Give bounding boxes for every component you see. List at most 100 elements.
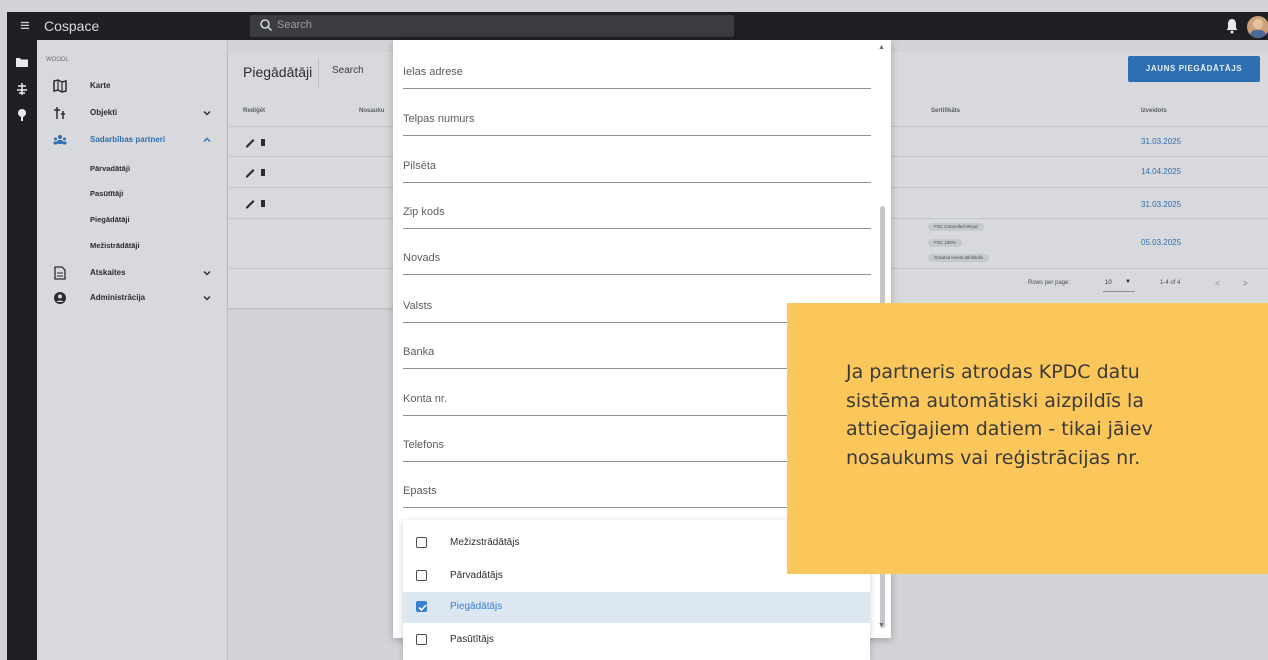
field-label: Pilsēta <box>403 160 437 172</box>
info-callout: Ja partneris atrodas KPDC datu sistēma a… <box>787 303 1268 574</box>
select-underline <box>1103 291 1135 292</box>
caret-down-icon[interactable]: ▼ <box>1125 279 1131 285</box>
delete-icon <box>261 169 265 176</box>
chevron-up-icon <box>203 137 211 142</box>
table-search-label: Search <box>332 65 364 76</box>
callout-line: nosaukums vai reģistrācijas nr. <box>846 446 1141 469</box>
option-label: Mežizstrādātājs <box>450 537 520 548</box>
city-field[interactable]: Pilsēta <box>403 156 871 183</box>
column-header-name[interactable]: Nosauku <box>359 108 384 114</box>
table-row-actions[interactable] <box>245 136 273 148</box>
next-page-button[interactable]: > <box>1243 279 1248 288</box>
chevron-down-icon <box>203 271 211 276</box>
checkbox[interactable] <box>416 537 427 548</box>
table-search-input[interactable]: Search <box>318 58 399 88</box>
field-label: Ielas adrese <box>403 66 463 78</box>
field-label: Banka <box>403 346 435 358</box>
certificate-chip: Graanul Invest atbilstošs <box>928 254 990 262</box>
callout-text: Ja partneris atrodas KPDC datu sistēma a… <box>846 358 1268 472</box>
people-icon <box>53 135 67 145</box>
scroll-up-arrow[interactable]: ▲ <box>878 44 885 51</box>
sidebar-subitem-mezistradataji[interactable]: Mežistrādātāji <box>90 241 140 250</box>
search-icon <box>260 19 273 32</box>
folder-icon[interactable] <box>15 55 29 69</box>
bell-icon[interactable] <box>1225 18 1239 34</box>
previous-page-button[interactable]: < <box>1215 279 1220 288</box>
account-circle-icon <box>54 292 66 304</box>
sidebar-item-sadarbibas-partneri[interactable]: Sadarbības partneri <box>37 129 227 151</box>
checkbox[interactable] <box>416 634 427 645</box>
global-search-input[interactable]: Search <box>250 15 734 37</box>
pagination-range: 1-4 of 4 <box>1160 280 1181 286</box>
certificate-chip: FSC Controlled Wood <box>928 223 984 231</box>
sidebar-item-karte[interactable]: Karte <box>37 75 227 97</box>
app-title: Cospace <box>44 18 100 34</box>
table-cell-created: 31.03.2025 <box>1141 200 1182 209</box>
edit-icon <box>246 139 255 148</box>
app-bar: ≡ Cospace Search <box>7 12 1268 40</box>
field-label: Zip kods <box>403 206 445 218</box>
chevron-down-icon <box>203 296 211 301</box>
sidebar: WOODL Karte Objekti Sadarbības partneri … <box>37 40 228 660</box>
table-cell-created: 31.03.2025 <box>1141 137 1182 146</box>
edit-icon <box>246 200 255 209</box>
column-header-created[interactable]: Izveidots <box>1141 108 1167 114</box>
street-address-field[interactable]: Ielas adrese <box>403 62 871 89</box>
field-label: Novads <box>403 252 441 264</box>
option-label: Pārvadātājs <box>450 570 503 581</box>
option-label: Piegādātājs <box>450 601 503 612</box>
map-icon <box>53 79 67 93</box>
column-header-edit[interactable]: Rediģēt <box>243 108 265 114</box>
option-label: Pasūtītājs <box>450 634 494 645</box>
table-row-actions[interactable] <box>245 166 273 178</box>
tree-icon[interactable] <box>15 82 29 96</box>
chevron-down-icon <box>203 111 211 116</box>
outer-frame <box>0 0 1268 12</box>
callout-line: attiecīgajiem datiem - tikai jāiev <box>846 418 1153 440</box>
objects-icon <box>54 107 65 119</box>
pin-icon[interactable] <box>15 108 29 122</box>
checkbox[interactable] <box>416 570 427 581</box>
sidebar-item-label: Sadarbības partneri <box>90 135 166 144</box>
edit-icon <box>246 169 255 178</box>
new-supplier-button[interactable]: JAUNS PIEGĀDĀTĀJS <box>1128 56 1260 82</box>
room-number-field[interactable]: Telpas numurs <box>403 109 871 136</box>
sidebar-subitem-piegadataji[interactable]: Piegādātāji <box>90 215 130 224</box>
sidebar-item-label: Atskaites <box>90 268 126 277</box>
icon-rail <box>7 40 37 660</box>
field-label: Valsts <box>403 300 433 312</box>
region-field[interactable]: Novads <box>403 248 871 275</box>
column-header-certificates[interactable]: Sertifikāts <box>931 108 960 114</box>
page-title: Piegādātāji <box>243 64 313 80</box>
scroll-down-arrow[interactable]: ▼ <box>878 622 885 629</box>
report-icon <box>54 266 66 280</box>
sidebar-item-administracija[interactable]: Administrācija <box>37 287 227 309</box>
sidebar-item-objekti[interactable]: Objekti <box>37 102 227 124</box>
callout-line: sistēma automātiski aizpildīs la <box>846 389 1144 412</box>
menu-icon[interactable]: ≡ <box>15 17 35 35</box>
callout-line: Ja partneris atrodas KPDC datu <box>846 361 1140 383</box>
field-label: Epasts <box>403 485 437 497</box>
delete-icon <box>261 139 265 146</box>
sidebar-subitem-pasutitaji[interactable]: Pasūtītāji <box>90 189 123 198</box>
option-pasutitajs[interactable]: Pasūtītājs <box>403 625 870 656</box>
rows-per-page-label: Rows per page: <box>1028 280 1071 286</box>
table-cell-created: 14.04.2025 <box>1141 167 1182 176</box>
table-row-actions[interactable] <box>245 197 273 209</box>
checkbox-checked[interactable] <box>416 601 427 612</box>
option-piegadatajs[interactable]: Piegādātājs <box>403 592 870 623</box>
sidebar-item-label: Objekti <box>90 108 118 117</box>
delete-icon <box>261 200 265 207</box>
sidebar-item-atskaites[interactable]: Atskaites <box>37 262 227 284</box>
avatar[interactable] <box>1247 16 1268 38</box>
sidebar-subitem-parvadataji[interactable]: Pārvadātāji <box>90 164 130 173</box>
org-label: WOODL <box>46 57 69 63</box>
zip-code-field[interactable]: Zip kods <box>403 202 871 229</box>
field-label: Konta nr. <box>403 393 448 405</box>
rows-per-page-select[interactable]: 10 <box>1105 280 1112 286</box>
table-cell-created: 05.03.2025 <box>1141 238 1182 247</box>
certificate-chip: FSC 100% <box>928 239 962 247</box>
search-placeholder: Search <box>277 19 312 31</box>
sidebar-item-label: Administrācija <box>90 293 146 302</box>
sidebar-item-label: Karte <box>90 81 111 90</box>
